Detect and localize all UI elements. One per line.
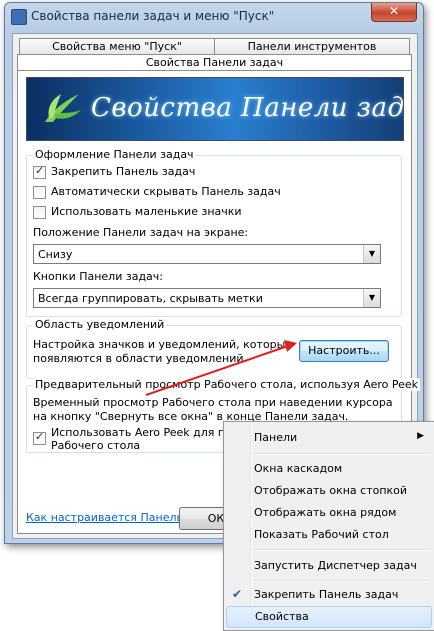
menu-item-side-by-side[interactable]: Отображать окна рядом	[226, 503, 432, 523]
menu-item-label: Показать Рабочий стол	[254, 528, 389, 541]
menu-separator	[254, 549, 430, 551]
chevron-right-icon: ▶	[417, 431, 424, 441]
menu-item-toolbars[interactable]: Панели ▶	[226, 428, 432, 448]
menu-item-cascade[interactable]: Окна каскадом	[226, 459, 432, 479]
menu-item-stacked[interactable]: Отображать окна стопкой	[226, 481, 432, 501]
menu-item-label: Отображать окна стопкой	[254, 484, 408, 497]
menu-item-lock-taskbar[interactable]: ✔ Закрепить Панель задач	[226, 585, 432, 605]
menu-item-task-manager[interactable]: Запустить Диспетчер задач	[226, 556, 432, 576]
menu-item-label: Панели	[254, 431, 298, 444]
menu-item-label: Свойства	[255, 610, 309, 623]
taskbar-context-menu: Панели ▶ Окна каскадом Отображать окна с…	[223, 421, 434, 631]
arrow-line	[145, 345, 289, 396]
menu-item-properties[interactable]: Свойства	[226, 606, 432, 628]
menu-separator	[254, 453, 430, 455]
menu-item-label: Запустить Диспетчер задач	[254, 559, 417, 572]
menu-separator	[254, 580, 430, 582]
menu-item-label: Окна каскадом	[254, 462, 343, 475]
checkmark-icon: ✔	[232, 587, 243, 601]
menu-item-label: Отображать окна рядом	[254, 506, 397, 519]
arrow-head	[284, 340, 297, 352]
menu-item-show-desktop[interactable]: Показать Рабочий стол	[226, 525, 432, 545]
menu-item-label: Закрепить Панель задач	[254, 588, 399, 601]
